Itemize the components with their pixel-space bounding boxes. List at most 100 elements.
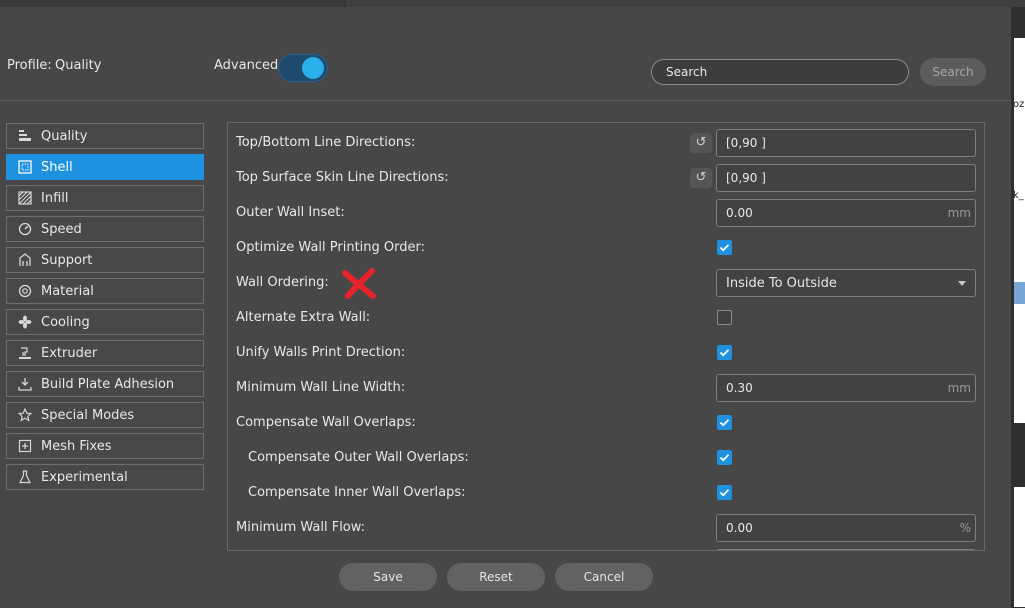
setting-checkbox[interactable]	[717, 450, 732, 465]
setting-number-field[interactable]: 0.30 mm	[716, 374, 976, 402]
field-value: 0.30	[726, 381, 753, 395]
profile-label: Profile:	[7, 58, 52, 73]
category-experimental[interactable]: Experimental	[6, 464, 204, 490]
field-value: 0.00	[726, 206, 753, 220]
advanced-label: Advanced	[214, 58, 279, 73]
advanced-toggle[interactable]	[278, 54, 328, 82]
material-icon	[17, 284, 32, 299]
category-label: Material	[41, 283, 94, 299]
category-label: Speed	[41, 221, 82, 237]
setting-text-field[interactable]: [0,90 ]	[716, 164, 976, 192]
setting-text-field[interactable]: [0,90 ]	[716, 129, 976, 157]
setting-row: Compensate Inner Wall Overlaps:	[228, 475, 984, 510]
setting-dropdown[interactable]: Inside To Outside	[716, 269, 976, 297]
category-label: Experimental	[41, 469, 128, 485]
setting-label: Unify Walls Print Drection:	[236, 345, 406, 360]
field-value: 0.00	[726, 521, 753, 535]
setting-row: Alternate Extra Wall:	[228, 300, 984, 335]
profile-value: Quality	[55, 58, 102, 73]
setting-label: Minimum Wall Flow:	[236, 520, 366, 535]
window-top-strip	[0, 0, 1025, 7]
reset-default-icon[interactable]: ↺	[690, 133, 712, 153]
search-input[interactable]	[651, 59, 909, 85]
setting-label: Optimize Wall Printing Order:	[236, 240, 426, 255]
category-special-modes[interactable]: Special Modes	[6, 402, 204, 428]
setting-number-field[interactable]: 0.00 mm	[716, 199, 976, 227]
setting-field-partial[interactable]	[716, 549, 976, 550]
quality-icon	[17, 129, 32, 144]
infill-icon	[17, 191, 32, 206]
setting-row: Unify Walls Print Drection:	[228, 335, 984, 370]
setting-checkbox[interactable]	[717, 345, 732, 360]
setting-row: Top/Bottom Line Directions: ↺ [0,90 ]	[228, 125, 984, 160]
category-label: Infill	[41, 190, 69, 206]
field-unit: mm	[947, 206, 971, 220]
category-mesh-fixes[interactable]: Mesh Fixes	[6, 433, 204, 459]
extruder-icon	[17, 346, 32, 361]
field-unit: mm	[947, 381, 971, 395]
setting-row: Compensate Outer Wall Overlaps:	[228, 440, 984, 475]
setting-row: Top Surface Skin Line Directions: ↺ [0,9…	[228, 160, 984, 195]
background-panel-lower	[1014, 487, 1025, 607]
category-extruder[interactable]: Extruder	[6, 340, 204, 366]
category-material[interactable]: Material	[6, 278, 204, 304]
setting-checkbox[interactable]	[717, 485, 732, 500]
field-value: [0,90 ]	[726, 171, 766, 185]
category-build-plate-adhesion[interactable]: Build Plate Adhesion	[6, 371, 204, 397]
setting-checkbox[interactable]	[717, 415, 732, 430]
speed-icon	[17, 222, 32, 237]
field-value: Inside To Outside	[726, 276, 837, 291]
setting-label: Top Surface Skin Line Directions:	[236, 170, 449, 185]
mesh-fixes-icon	[17, 439, 32, 454]
category-label: Quality	[41, 128, 88, 144]
category-label: Mesh Fixes	[41, 438, 112, 454]
category-infill[interactable]: Infill	[6, 185, 204, 211]
background-app-edge: oz k_	[1011, 7, 1025, 608]
setting-label: Compensate Wall Overlaps:	[236, 415, 416, 430]
category-label: Cooling	[41, 314, 90, 330]
category-quality[interactable]: Quality	[6, 123, 204, 149]
category-support[interactable]: Support	[6, 247, 204, 273]
top-strip-segment	[345, 0, 1025, 7]
setting-checkbox[interactable]	[717, 310, 732, 325]
field-unit: %	[959, 521, 971, 535]
setting-row: Optimize Wall Printing Order:	[228, 230, 984, 265]
category-label: Shell	[41, 159, 73, 175]
setting-label: Outer Wall Inset:	[236, 205, 345, 220]
shell-icon	[17, 160, 32, 175]
setting-row-partial	[228, 545, 984, 550]
category-speed[interactable]: Speed	[6, 216, 204, 242]
background-text-fragment: oz	[1013, 99, 1025, 110]
cancel-button[interactable]: Cancel	[555, 563, 653, 591]
category-label: Build Plate Adhesion	[41, 376, 175, 392]
header-divider	[0, 100, 1011, 101]
search-button[interactable]: Search	[920, 58, 986, 86]
experimental-icon	[17, 470, 32, 485]
cooling-icon	[17, 315, 32, 330]
chevron-down-icon	[958, 281, 966, 286]
reset-button[interactable]: Reset	[447, 563, 545, 591]
support-icon	[17, 253, 32, 268]
setting-label: Compensate Outer Wall Overlaps:	[248, 450, 469, 465]
setting-label: Minimum Wall Line Width:	[236, 380, 406, 395]
setting-label: Alternate Extra Wall:	[236, 310, 371, 325]
setting-label: Compensate Inner Wall Overlaps:	[248, 485, 466, 500]
category-cooling[interactable]: Cooling	[6, 309, 204, 335]
setting-label: Wall Ordering:	[236, 275, 329, 290]
build-plate-icon	[17, 377, 32, 392]
category-shell[interactable]: Shell	[6, 154, 204, 180]
setting-row: Outer Wall Inset: 0.00 mm	[228, 195, 984, 230]
special-modes-icon	[17, 408, 32, 423]
category-label: Special Modes	[41, 407, 135, 423]
setting-number-field[interactable]: 0.00%	[716, 514, 976, 542]
background-panel	[1014, 38, 1025, 423]
background-text-fragment: k_	[1013, 190, 1024, 201]
save-button[interactable]: Save	[339, 563, 437, 591]
setting-row: Minimum Wall Flow: 0.00%	[228, 510, 984, 545]
category-label: Support	[41, 252, 93, 268]
setting-checkbox[interactable]	[717, 240, 732, 255]
reset-default-icon[interactable]: ↺	[690, 168, 712, 188]
field-value: [0,90 ]	[726, 136, 766, 150]
background-selection	[1014, 282, 1025, 304]
category-label: Extruder	[41, 345, 98, 361]
